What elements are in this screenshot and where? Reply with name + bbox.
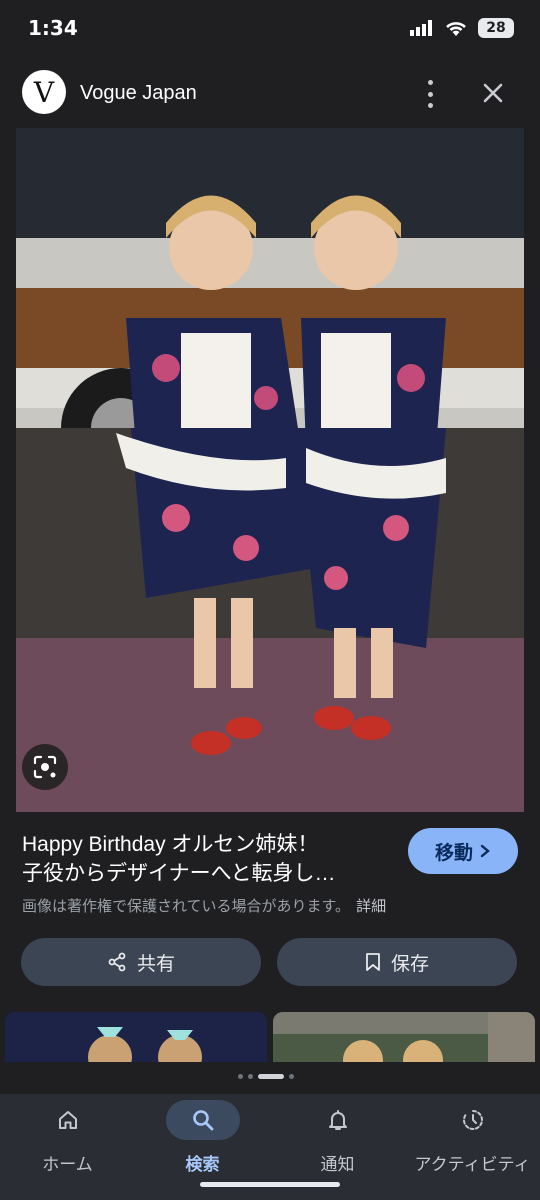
result-title-line2: 子役からデザイナーへと転身し… — [22, 862, 336, 885]
visit-button-label: 移動 — [434, 841, 473, 864]
nav-notifications-icon-wrap — [301, 1100, 375, 1140]
nav-notifications-label: 通知 — [320, 1155, 355, 1175]
details-link[interactable]: 詳細 — [356, 897, 386, 915]
signal-icon — [410, 20, 432, 36]
result-title-line1: Happy Birthday オルセン姉妹！ — [22, 833, 319, 856]
save-label: 保存 — [390, 952, 429, 975]
carousel-dot-active — [258, 1074, 284, 1079]
activity-icon — [462, 1110, 483, 1130]
related-image-2-picture — [273, 1012, 535, 1062]
status-bar: 1:34 28 — [0, 0, 540, 60]
bookmark-icon — [366, 953, 380, 971]
carousel-dot — [289, 1074, 294, 1079]
nav-activity[interactable]: アクティビティ — [405, 1094, 540, 1184]
carousel-indicator — [238, 1074, 294, 1079]
copyright-notice: 画像は著作権で保護されている場合があります。 詳細 — [22, 895, 386, 916]
nav-home[interactable]: ホーム — [0, 1094, 135, 1184]
related-image-1-picture — [5, 1012, 267, 1062]
carousel-dot — [248, 1074, 253, 1079]
lens-search-button[interactable] — [22, 744, 68, 790]
nav-home-icon-wrap — [31, 1100, 105, 1140]
nav-search-label: 検索 — [185, 1155, 220, 1175]
nav-search[interactable]: 検索 — [135, 1094, 270, 1184]
save-button[interactable]: 保存 — [277, 938, 517, 986]
home-indicator[interactable] — [200, 1182, 340, 1187]
nav-home-label: ホーム — [42, 1155, 93, 1175]
share-icon — [108, 952, 126, 972]
wifi-icon — [446, 22, 466, 36]
chevron-right-icon — [480, 844, 490, 858]
copyright-text: 画像は著作権で保護されている場合があります。 — [22, 897, 351, 915]
share-label: 共有 — [136, 952, 175, 975]
close-icon[interactable] — [478, 78, 508, 108]
battery-icon: 28 — [478, 18, 514, 38]
share-button[interactable]: 共有 — [21, 938, 261, 986]
lens-icon — [33, 755, 57, 779]
carousel-dot — [238, 1074, 243, 1079]
more-options-icon[interactable] — [418, 80, 442, 108]
nav-activity-icon-wrap — [436, 1100, 510, 1140]
home-icon — [58, 1111, 77, 1129]
status-time: 1:34 — [28, 16, 78, 40]
related-image-2[interactable] — [273, 1012, 535, 1062]
nav-search-icon-wrap — [165, 1100, 240, 1140]
nav-notifications[interactable]: 通知 — [270, 1094, 405, 1184]
search-icon — [192, 1110, 213, 1131]
status-icons: 28 — [410, 18, 514, 38]
result-title[interactable]: Happy Birthday オルセン姉妹！ 子役からデザイナーへと転身し… — [22, 830, 392, 888]
nav-activity-label: アクティビティ — [414, 1155, 531, 1175]
bell-icon — [328, 1110, 347, 1130]
result-image[interactable] — [16, 128, 524, 812]
site-name[interactable]: Vogue Japan — [80, 82, 197, 105]
related-image-1[interactable] — [5, 1012, 267, 1062]
visit-button[interactable]: 移動 — [408, 828, 518, 874]
viewer-header: V Vogue Japan — [0, 62, 540, 126]
site-logo[interactable]: V — [22, 70, 66, 114]
